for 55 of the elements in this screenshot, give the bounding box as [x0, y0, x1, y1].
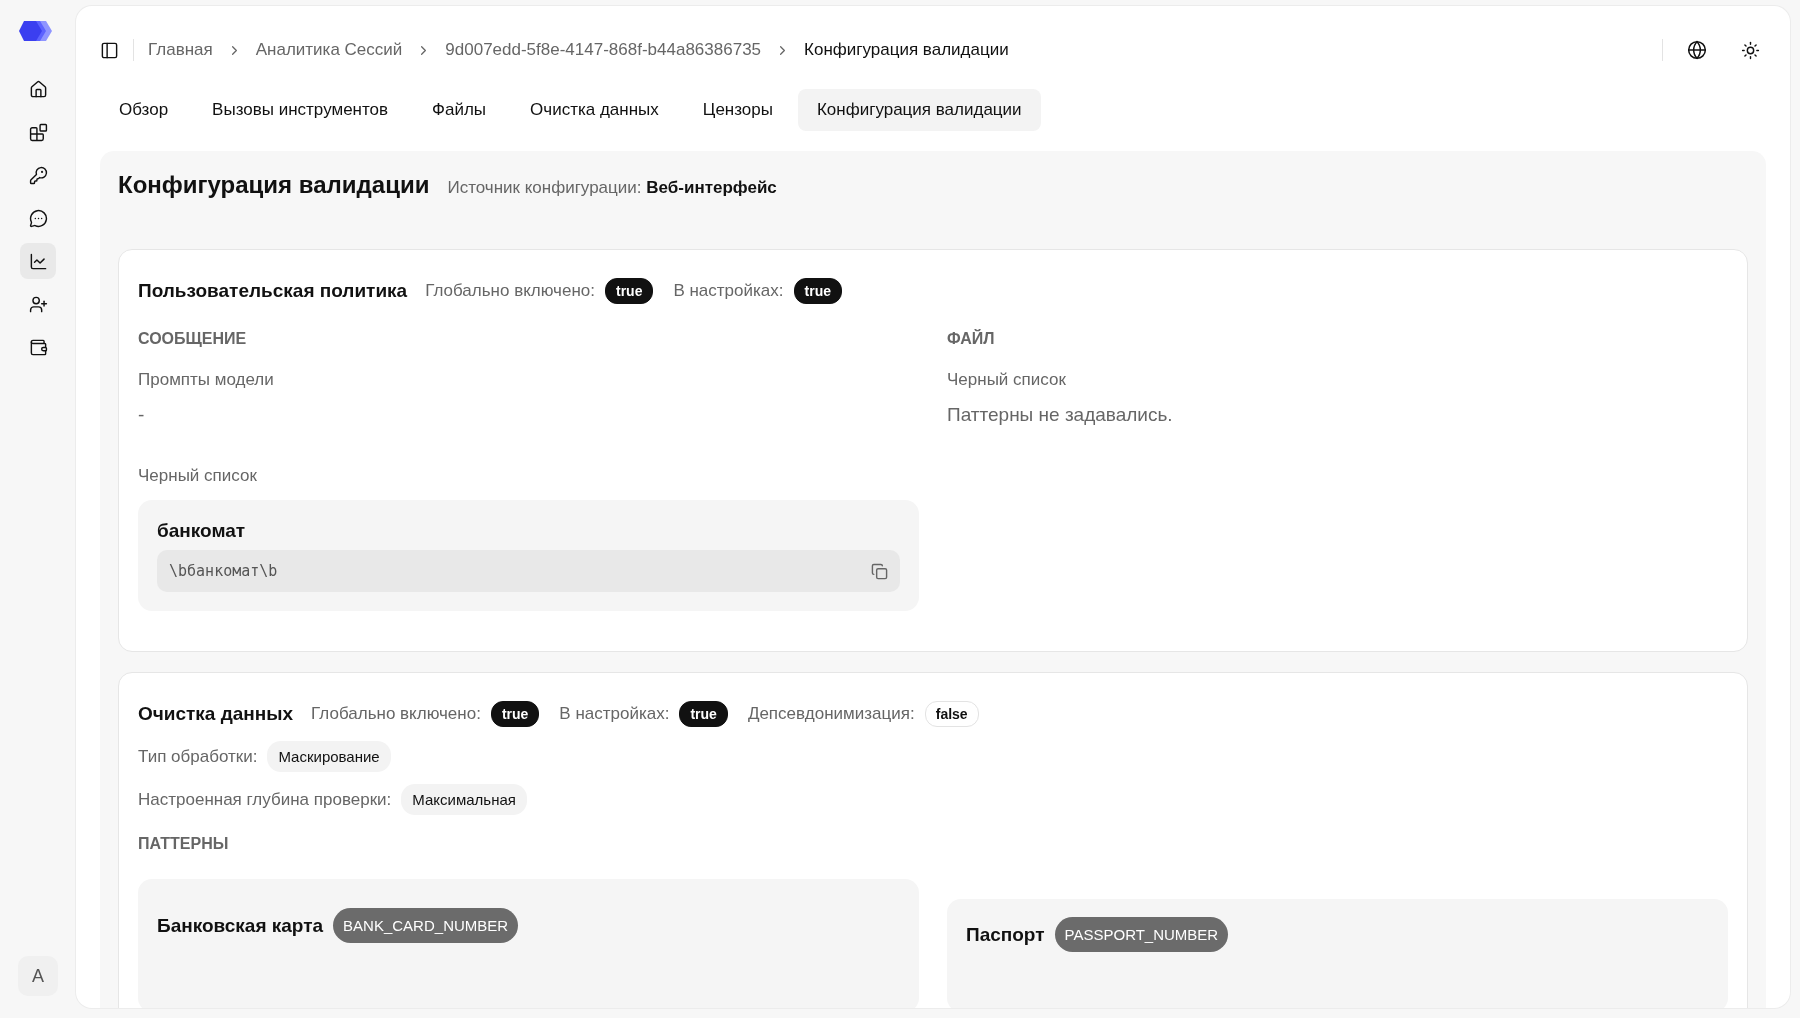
home-icon	[28, 79, 48, 99]
breadcrumb-link[interactable]: Главная	[148, 40, 213, 60]
card-title: Пользовательская политика	[138, 280, 408, 302]
tab[interactable]: Обзор	[100, 89, 188, 131]
pattern-name: Банковская карта	[157, 914, 324, 937]
pattern-tag: BANK_CARD_NUMBER	[333, 908, 519, 943]
flag-label: В настройках:	[559, 704, 670, 724]
line-chart-icon	[28, 251, 48, 271]
sidebar-toggle-icon[interactable]	[100, 40, 119, 60]
status-badge: true	[490, 701, 540, 727]
entry-name: банкомат	[157, 520, 247, 542]
pattern-name: Паспорт	[966, 923, 1045, 946]
section-heading: ПАТТЕРНЫ	[138, 835, 230, 853]
field-value: Маскирование	[267, 741, 391, 772]
breadcrumb-link[interactable]: Конфигурация валидации	[804, 40, 1009, 60]
blocks-icon	[28, 122, 48, 142]
flag-label: Глобально включено:	[425, 281, 595, 301]
pattern-tag: PASSPORT_NUMBER	[1054, 917, 1229, 952]
copy-button[interactable]	[871, 562, 888, 580]
add-user-icon	[28, 294, 48, 314]
nav-button[interactable]	[20, 243, 56, 279]
field-label: Настроенная глубина проверки:	[138, 789, 392, 810]
section-heading: ФАЙЛ	[947, 330, 996, 348]
status-badge: true	[679, 701, 728, 727]
tab[interactable]: Вызовы инструментов	[193, 89, 408, 131]
avatar-button[interactable]: A	[18, 956, 58, 996]
tab[interactable]: Файлы	[413, 89, 506, 131]
flag-label: Глобально включено:	[311, 704, 481, 724]
field-label: Промпты модели	[138, 370, 275, 390]
flag-label: Депсевдонимизация:	[747, 704, 915, 724]
key-icon	[28, 165, 48, 185]
page-title: Конфигурация валидации	[118, 171, 430, 199]
chat-icon	[28, 208, 48, 228]
status-badge: false	[924, 701, 979, 727]
wallet-icon	[28, 337, 48, 357]
field-value: -	[138, 404, 146, 426]
tab[interactable]: Конфигурация валидации	[797, 89, 1041, 131]
field-label: Черный список	[138, 466, 258, 486]
sun-icon[interactable]	[1741, 40, 1760, 60]
config-source: Источник конфигурации: Веб-интерфейс	[447, 178, 777, 198]
flag-label: В настройках:	[673, 281, 784, 301]
status-badge: true	[793, 278, 842, 304]
breadcrumb-link[interactable]: Аналитика Сессий	[255, 40, 403, 60]
section-heading: СООБЩЕНИЕ	[138, 330, 248, 348]
card-title: Очистка данных	[138, 703, 294, 725]
status-badge: true	[604, 278, 654, 304]
tab[interactable]: Очистка данных	[511, 89, 678, 131]
tab[interactable]: Цензоры	[683, 89, 792, 131]
field-label: Тип обработки:	[138, 746, 258, 767]
field-value: Максимальная	[401, 784, 527, 815]
pattern-text: \bбанкомат\b	[169, 562, 278, 580]
field-label: Черный список	[947, 370, 1067, 390]
breadcrumb-link[interactable]: 9d007edd-5f8e-4147-868f-b44a86386735	[445, 40, 762, 60]
empty-message: Паттерны не задавались.	[947, 404, 1174, 426]
globe-icon[interactable]	[1687, 40, 1707, 60]
